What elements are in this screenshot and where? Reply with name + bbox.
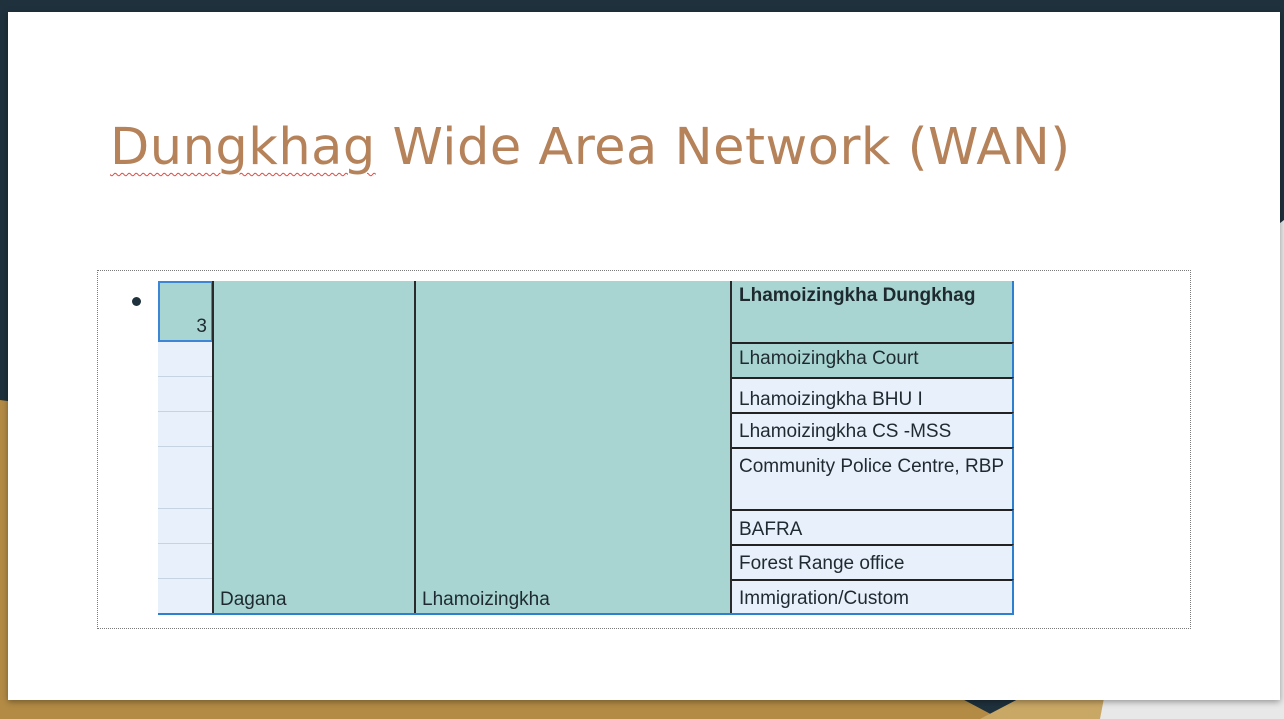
row-number-cell[interactable]: 3 (158, 281, 213, 342)
site-cell[interactable]: Lhamoizingkha BHU I (731, 377, 1014, 412)
site-cell[interactable]: Lhamoizingkha Court (731, 342, 1014, 377)
bullet-icon (132, 297, 141, 306)
title-misspelled-word: Dungkhag (110, 118, 376, 177)
slide-title[interactable]: Dungkhag Wide Area Network (WAN) (110, 116, 1071, 180)
table-bottom-border (158, 613, 1014, 615)
embedded-spreadsheet-image[interactable]: 3 Dagana Lhamoizingkha Lhamoizingkha Dun… (158, 281, 1014, 615)
dungkhag-name: Lhamoizingkha (422, 589, 550, 610)
column-divider (414, 281, 416, 615)
dungkhag-cell[interactable]: Lhamoizingkha (415, 281, 731, 615)
site-cell[interactable]: BAFRA (731, 509, 1014, 544)
site-cell[interactable]: Forest Range office (731, 544, 1014, 579)
row-number-cell (158, 412, 213, 447)
dzongkhag-cell[interactable]: Dagana (213, 281, 415, 615)
column-divider (212, 281, 214, 615)
site-cell[interactable]: Lhamoizingkha CS -MSS (731, 412, 1014, 447)
title-text: Wide Area Network (WAN) (375, 118, 1071, 177)
row-number-cell (158, 509, 213, 544)
row-number-cell (158, 342, 213, 377)
site-cell[interactable]: Immigration/Custom (731, 579, 1014, 615)
column-divider (730, 281, 732, 615)
site-cell[interactable]: Community Police Centre, RBP (731, 447, 1014, 509)
dzongkhag-name: Dagana (220, 589, 287, 610)
site-cell[interactable]: Lhamoizingkha Dungkhag (731, 281, 1014, 342)
row-number-cell (158, 377, 213, 412)
row-number-cell (158, 544, 213, 579)
content-placeholder[interactable]: 3 Dagana Lhamoizingkha Lhamoizingkha Dun… (97, 270, 1191, 629)
slide: Dungkhag Wide Area Network (WAN) 3 Dagan… (8, 12, 1280, 700)
row-number: 3 (196, 316, 207, 337)
row-number-cell (158, 579, 213, 615)
row-number-cell (158, 447, 213, 509)
